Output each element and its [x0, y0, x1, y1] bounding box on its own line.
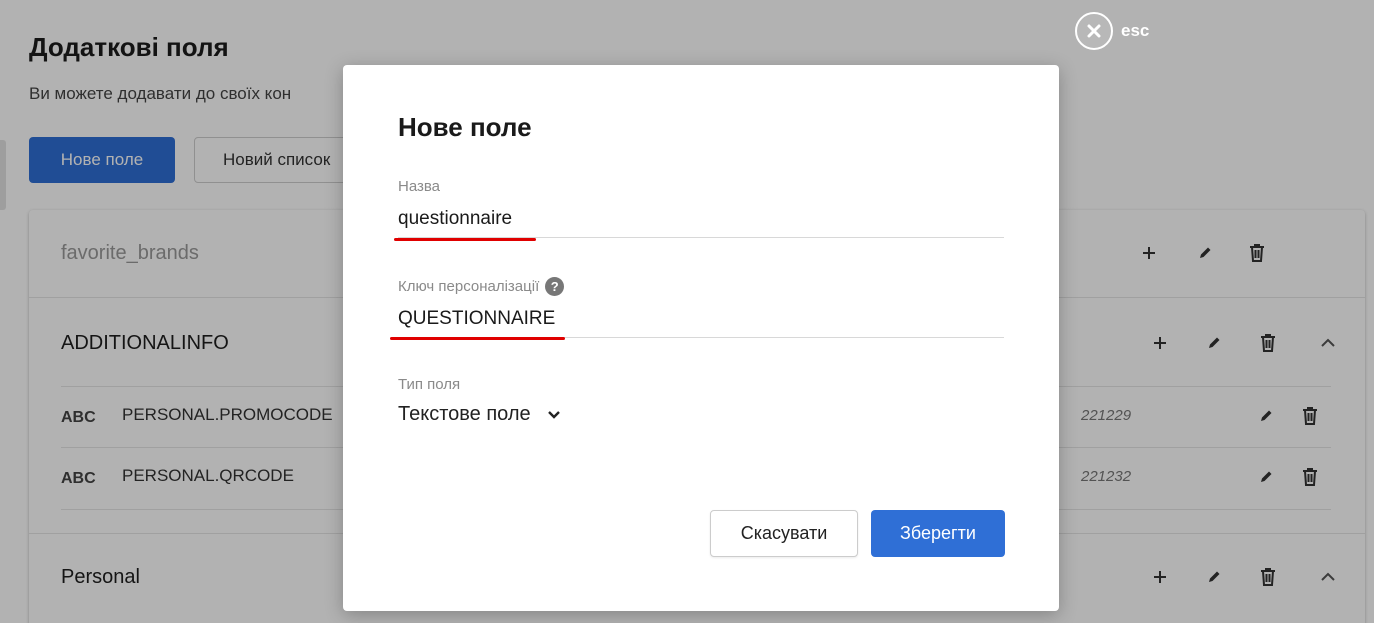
- name-label: Назва: [398, 178, 440, 195]
- field-type-value: Текстове поле: [398, 403, 531, 425]
- chevron-down-icon: [547, 403, 561, 426]
- help-icon[interactable]: ?: [545, 277, 565, 296]
- esc-label: esc: [1121, 21, 1150, 40]
- name-highlight-underline: [394, 238, 536, 241]
- key-label-text: Ключ персоналізації: [398, 278, 540, 295]
- key-highlight-underline: [390, 337, 565, 340]
- new-field-modal: Нове поле Назва Ключ персоналізації ? Ти…: [343, 65, 1059, 611]
- field-type-select[interactable]: Текстове поле: [398, 403, 561, 426]
- name-label-text: Назва: [398, 178, 441, 195]
- close-button[interactable]: esc: [1075, 12, 1149, 50]
- type-label: Тип поля: [398, 376, 460, 393]
- key-label: Ключ персоналізації ?: [398, 277, 565, 296]
- key-input[interactable]: [398, 300, 1004, 338]
- save-button[interactable]: Зберегти: [871, 510, 1005, 557]
- cancel-button[interactable]: Скасувати: [710, 510, 858, 557]
- type-label-text: Тип поля: [398, 376, 461, 393]
- modal-title: Нове поле: [398, 112, 532, 142]
- close-icon[interactable]: [1075, 12, 1113, 50]
- name-input[interactable]: [398, 200, 1004, 238]
